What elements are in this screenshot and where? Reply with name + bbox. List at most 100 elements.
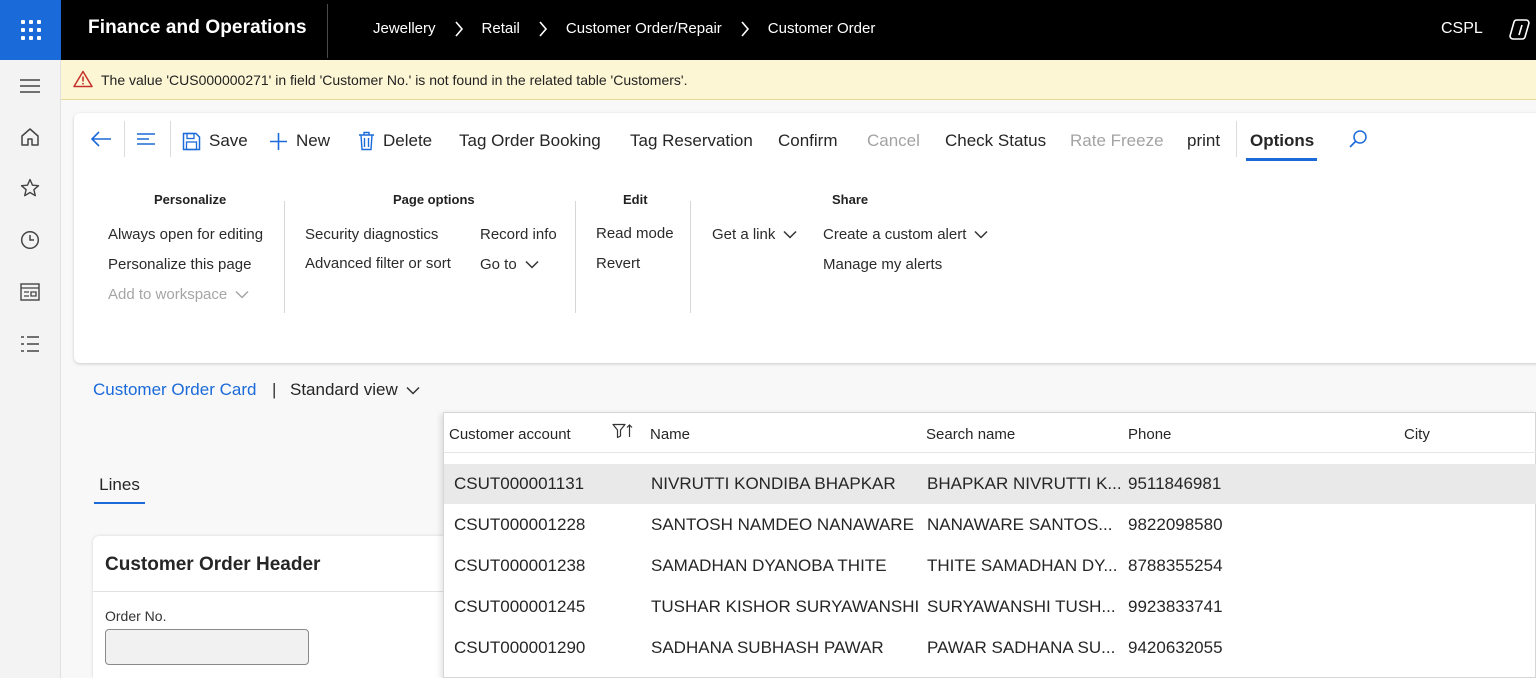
breadcrumb: Jewellery Retail Customer Order/Repair C… [373, 20, 875, 37]
manage-my-alerts-button[interactable]: Manage my alerts [823, 256, 942, 273]
breadcrumb-item-customer-order-repair[interactable]: Customer Order/Repair [566, 20, 722, 37]
save-button[interactable]: Save [182, 129, 248, 153]
advanced-filter-or-sort-button[interactable]: Advanced filter or sort [305, 255, 451, 272]
column-header-city[interactable]: City [1404, 426, 1430, 443]
table-row[interactable]: CSUT000001245 TUSHAR KISHOR SURYAWANSHI … [444, 587, 1536, 627]
table-row[interactable]: CSUT000001228 SANTOSH NAMDEO NANAWARE NA… [444, 505, 1536, 545]
modules-list-icon[interactable] [19, 333, 41, 355]
options-tab-indicator [1246, 158, 1317, 161]
form-name-link[interactable]: Customer Order Card [93, 380, 256, 400]
tab-options[interactable]: Options [1250, 129, 1314, 153]
toolbar-separator [170, 121, 171, 157]
action-pane: Save New Delete Tag Order Booking Tag Re… [74, 113, 1536, 363]
go-to-label: Go to [480, 256, 517, 273]
add-to-workspace-label: Add to workspace [108, 286, 228, 303]
group-separator [284, 201, 285, 313]
cell-name: SANTOSH NAMDEO NANAWARE [651, 515, 914, 534]
personalize-this-page-button[interactable]: Personalize this page [108, 256, 251, 273]
tag-order-booking-button[interactable]: Tag Order Booking [459, 129, 601, 153]
save-label: Save [209, 131, 248, 150]
top-bar: Finance and Operations Jewellery Retail … [0, 0, 1536, 60]
workspaces-icon[interactable] [19, 281, 41, 303]
chevron-down-icon [783, 230, 797, 239]
search-icon [1348, 129, 1368, 154]
check-status-button[interactable]: Check Status [945, 129, 1046, 153]
column-header-name[interactable]: Name [650, 426, 690, 443]
chevron-down-icon [235, 290, 249, 299]
always-open-for-editing-button[interactable]: Always open for editing [108, 226, 263, 243]
get-a-link-button[interactable]: Get a link [712, 226, 797, 243]
confirm-button[interactable]: Confirm [778, 129, 838, 153]
cell-customer-account: CSUT000001131 [454, 474, 585, 493]
tag-reservation-button[interactable]: Tag Reservation [630, 129, 753, 153]
read-mode-button[interactable]: Read mode [596, 225, 674, 242]
app-launcher-button[interactable] [0, 0, 61, 60]
action-menu-button[interactable] [136, 129, 156, 153]
cell-customer-account: CSUT000001238 [454, 556, 586, 575]
table-row[interactable]: CSUT000001131 NIVRUTTI KONDIBA BHAPKAR B… [444, 464, 1536, 504]
cell-phone: 9822098580 [1128, 515, 1223, 534]
delete-label: Delete [383, 131, 433, 150]
security-diagnostics-button[interactable]: Security diagnostics [305, 226, 438, 243]
get-a-link-label: Get a link [712, 226, 776, 243]
cell-search-name: PAWAR SADHANA SU... [927, 638, 1116, 657]
view-selector[interactable]: Standard view [290, 380, 420, 400]
back-button[interactable] [90, 129, 112, 153]
cell-customer-account: CSUT000001245 [454, 597, 586, 616]
header-divider [444, 452, 1536, 453]
breadcrumb-item-jewellery[interactable]: Jewellery [373, 20, 436, 37]
warning-message-text: The value 'CUS000000271' in field 'Custo… [101, 72, 688, 88]
app-title: Finance and Operations [88, 17, 307, 38]
go-to-button[interactable]: Go to [480, 256, 539, 273]
chevron-right-icon [538, 20, 548, 37]
table-row[interactable]: CSUT000001290 SADHANA SUBHASH PAWAR PAWA… [444, 628, 1536, 668]
filter-sort-icon[interactable] [612, 423, 634, 444]
cell-name: TUSHAR KISHOR SURYAWANSHI [651, 597, 920, 616]
home-icon[interactable] [19, 126, 41, 148]
plus-icon [269, 132, 288, 151]
column-header-search-name[interactable]: Search name [926, 426, 1015, 443]
order-no-label: Order No. [105, 608, 167, 624]
cell-name: SAMADHAN DYANOBA THITE [651, 556, 887, 575]
cell-phone: 8788355254 [1128, 556, 1223, 575]
column-header-phone[interactable]: Phone [1128, 426, 1171, 443]
search-button[interactable] [1348, 129, 1368, 153]
cell-search-name: BHAPKAR NIVRUTTI K... [927, 474, 1122, 493]
chevron-right-icon [740, 20, 750, 37]
delete-button[interactable]: Delete [358, 129, 432, 153]
chevron-down-icon [406, 386, 420, 395]
section-title[interactable]: Customer Order Header [105, 554, 320, 576]
create-custom-alert-label: Create a custom alert [823, 226, 967, 243]
group-title-personalize: Personalize [154, 192, 227, 207]
waffle-icon [20, 20, 41, 40]
print-button[interactable]: print [1187, 129, 1220, 153]
copilot-icon[interactable] [1508, 17, 1534, 48]
toolbar-separator [124, 121, 125, 157]
group-separator [690, 201, 691, 313]
trash-icon [358, 131, 375, 151]
add-to-workspace-button[interactable]: Add to workspace [108, 286, 249, 303]
title-separator: | [272, 380, 277, 399]
chevron-down-icon [974, 230, 988, 239]
breadcrumb-item-retail[interactable]: Retail [482, 20, 520, 37]
favorites-star-icon[interactable] [19, 177, 41, 199]
create-custom-alert-button[interactable]: Create a custom alert [823, 226, 988, 243]
breadcrumb-item-customer-order[interactable]: Customer Order [768, 20, 876, 37]
new-button[interactable]: New [269, 129, 330, 153]
recent-clock-icon[interactable] [19, 229, 41, 251]
record-info-button[interactable]: Record info [480, 226, 557, 243]
company-picker[interactable]: CSPL [1441, 20, 1483, 38]
rate-freeze-button[interactable]: Rate Freeze [1070, 129, 1164, 153]
table-row[interactable]: CSUT000001238 SAMADHAN DYANOBA THITE THI… [444, 546, 1536, 586]
customer-order-header-card: Customer Order Header Order No. [93, 536, 453, 678]
left-navigation [0, 60, 61, 678]
group-title-edit: Edit [623, 192, 648, 207]
group-separator [575, 201, 576, 313]
chevron-down-icon [525, 260, 539, 269]
cancel-button[interactable]: Cancel [867, 129, 920, 153]
hamburger-menu-icon[interactable] [19, 75, 41, 97]
order-no-field[interactable] [105, 629, 309, 665]
tab-lines[interactable]: Lines [94, 475, 145, 495]
revert-button[interactable]: Revert [596, 255, 640, 272]
column-header-customer-account[interactable]: Customer account [449, 426, 571, 443]
